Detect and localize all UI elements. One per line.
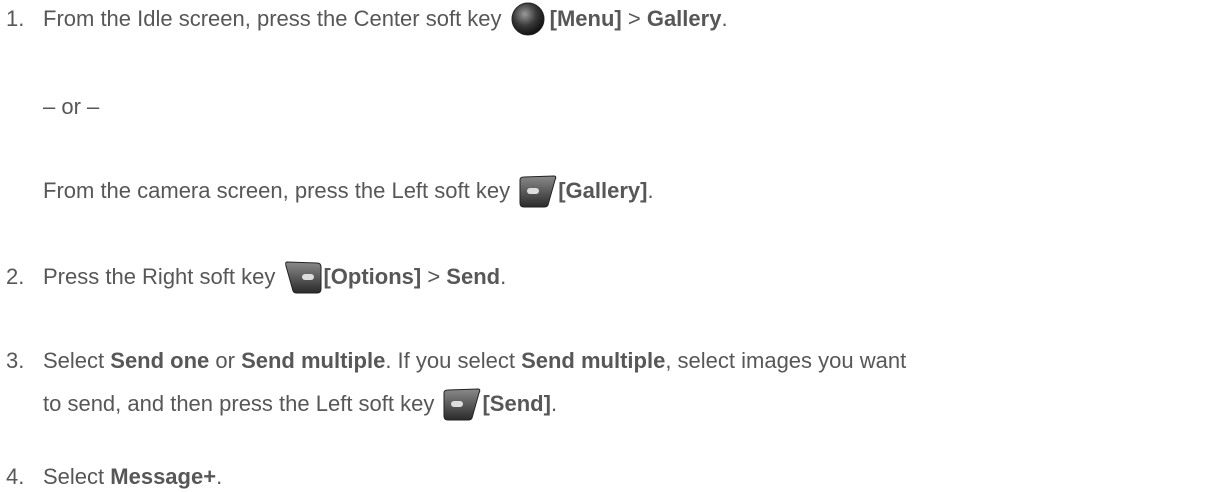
step-text: From the Idle screen, press the Center s… <box>43 6 502 31</box>
step-number: 2. <box>6 264 25 289</box>
step-number: 3. <box>6 348 25 373</box>
key-label: [Gallery] <box>558 178 648 203</box>
menu-target: Send <box>446 264 501 289</box>
period: . <box>500 264 507 289</box>
step-text: , select images you want <box>665 348 907 373</box>
left-soft-key-icon <box>518 174 557 208</box>
step-3: 3. Select Send one or Send multiple. If y… <box>6 346 906 376</box>
step-3-continued: to send, and then press the Left soft ke… <box>43 387 558 421</box>
step-text: Press the Right soft key <box>43 264 276 289</box>
step-2: 2. Press the Right soft key [Options] > S… <box>6 260 507 294</box>
period: . <box>721 6 728 31</box>
step-number: 1. <box>6 6 25 31</box>
step-text: to send, and then press the Left soft ke… <box>43 391 435 416</box>
or-text: – or – <box>43 94 100 119</box>
separator: > <box>621 6 647 31</box>
option-send-one: Send one <box>110 348 210 373</box>
step-number: 4. <box>6 464 25 489</box>
step-text: or <box>209 348 242 373</box>
step-text: . If you select <box>385 348 522 373</box>
period: . <box>647 178 654 203</box>
menu-target: Message+ <box>110 464 217 489</box>
step-text: Select <box>43 348 111 373</box>
period: . <box>550 391 558 416</box>
center-soft-key-icon <box>510 2 546 36</box>
option-send-multiple: Send multiple <box>521 348 666 373</box>
step-text: Select <box>43 464 111 489</box>
step-1: 1. From the Idle screen, press the Center… <box>6 2 728 36</box>
option-send-multiple: Send multiple <box>241 348 386 373</box>
left-soft-key-icon <box>442 387 481 421</box>
period: . <box>216 464 223 489</box>
key-label: [Options] <box>323 264 422 289</box>
step-text: From the camera screen, press the Left s… <box>43 178 511 203</box>
separator: > <box>421 264 447 289</box>
step-1-alt: From the camera screen, press the Left s… <box>43 174 654 208</box>
menu-target: Gallery <box>646 6 722 31</box>
step-4: 4. Select Message+. <box>6 462 222 492</box>
or-separator: – or – <box>43 92 99 122</box>
key-label: [Menu] <box>549 6 622 31</box>
right-soft-key-icon <box>283 260 322 294</box>
key-label: [Send] <box>482 391 551 416</box>
